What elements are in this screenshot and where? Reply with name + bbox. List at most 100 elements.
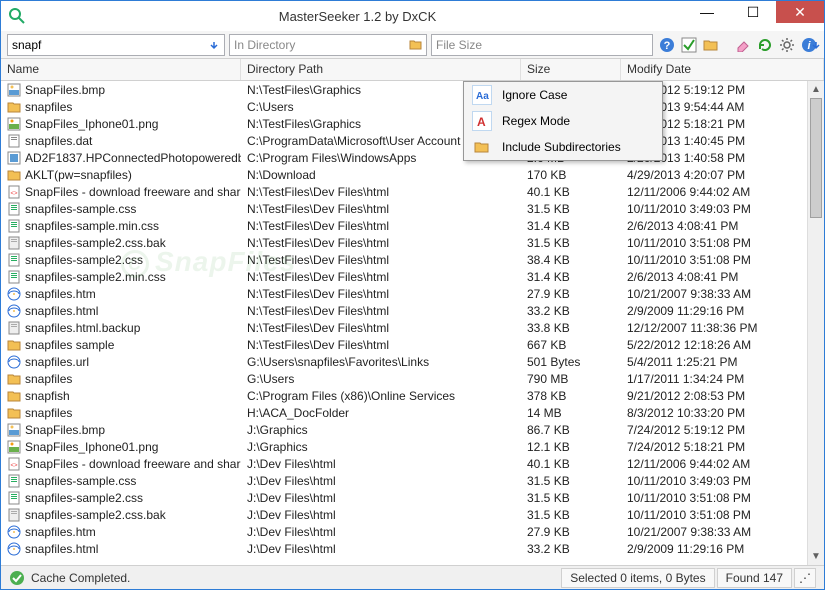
menu-regex-mode[interactable]: A Regex Mode	[464, 108, 662, 134]
cell-directory: N:\Download	[241, 168, 521, 182]
maximize-button[interactable]: ☐	[730, 1, 776, 23]
file-row[interactable]: snapfilesG:\Users790 MB1/17/2011 1:34:24…	[1, 370, 807, 387]
file-row[interactable]: <>SnapFiles - download freeware and shar…	[1, 183, 807, 200]
file-row[interactable]: snapfiles-sample2.cssJ:\Dev Files\html31…	[1, 489, 807, 506]
file-row[interactable]: snapfiles-sample2.css.bakN:\TestFiles\De…	[1, 234, 807, 251]
cell-size: 12.1 KB	[521, 440, 621, 454]
search-dir-input[interactable]	[230, 35, 426, 55]
dropdown-arrow-icon[interactable]	[809, 37, 823, 53]
file-row[interactable]: snapfiles-sample2.css.bakJ:\Dev Files\ht…	[1, 506, 807, 523]
refresh-icon[interactable]	[756, 36, 774, 54]
search-name-input[interactable]	[8, 35, 224, 55]
file-row[interactable]: snapfiles sampleN:\TestFiles\Dev Files\h…	[1, 336, 807, 353]
file-name: snapfiles-sample2.css	[25, 253, 143, 267]
file-type-icon	[7, 304, 21, 318]
menu-ignore-case[interactable]: Aa Ignore Case	[464, 82, 662, 108]
cell-size: 86.7 KB	[521, 423, 621, 437]
cell-name: snapfiles.htm	[1, 287, 241, 301]
cell-name: snapfish	[1, 389, 241, 403]
resize-grip[interactable]: ⋰	[794, 568, 816, 588]
menu-include-subdirs[interactable]: Include Subdirectories	[464, 134, 662, 160]
file-name: SnapFiles - download freeware and sharew…	[25, 185, 241, 199]
file-type-icon	[7, 270, 21, 284]
cell-date: 10/11/2010 3:51:08 PM	[621, 508, 807, 522]
minimize-button[interactable]: —	[684, 1, 730, 23]
cell-size: 31.4 KB	[521, 270, 621, 284]
cell-directory: N:\TestFiles\Dev Files\html	[241, 202, 521, 216]
cell-name: snapfiles	[1, 372, 241, 386]
cell-name: snapfiles-sample2.min.css	[1, 270, 241, 284]
help-icon[interactable]: ?	[658, 36, 676, 54]
cell-size: 667 KB	[521, 338, 621, 352]
file-row[interactable]: AKLT(pw=snapfiles)N:\Download170 KB4/29/…	[1, 166, 807, 183]
file-row[interactable]: snapfiles-sample2.cssN:\TestFiles\Dev Fi…	[1, 251, 807, 268]
file-row[interactable]: snapfiles-sample2.min.cssN:\TestFiles\De…	[1, 268, 807, 285]
file-row[interactable]: SnapFiles.bmpN:\TestFiles\Graphics7/24/2…	[1, 81, 807, 98]
file-row[interactable]: SnapFiles_Iphone01.pngN:\TestFiles\Graph…	[1, 115, 807, 132]
file-list[interactable]: SnapFiles.bmpN:\TestFiles\Graphics7/24/2…	[1, 81, 807, 565]
cell-name: snapfiles.html	[1, 542, 241, 556]
file-type-icon	[7, 406, 21, 420]
file-row[interactable]: snapfiles-sample.min.cssN:\TestFiles\Dev…	[1, 217, 807, 234]
scroll-down-arrow[interactable]: ▼	[808, 548, 824, 565]
cell-date: 10/11/2010 3:49:03 PM	[621, 202, 807, 216]
dropdown-arrow-icon[interactable]	[206, 37, 222, 53]
file-type-icon	[7, 83, 21, 97]
file-row[interactable]: snapfiles.htmlJ:\Dev Files\html33.2 KB2/…	[1, 540, 807, 557]
cell-date: 2/6/2013 4:08:41 PM	[621, 270, 807, 284]
file-row[interactable]: AD2F1837.HPConnectedPhotopoweredbySn...C…	[1, 149, 807, 166]
file-type-icon	[7, 508, 21, 522]
col-header-directory[interactable]: Directory Path	[241, 59, 521, 80]
search-size-input[interactable]	[432, 35, 652, 55]
col-header-modify-date[interactable]: Modify Date	[621, 59, 824, 80]
file-row[interactable]: snapfishC:\Program Files (x86)\Online Se…	[1, 387, 807, 404]
cell-date: 7/24/2012 5:19:12 PM	[621, 423, 807, 437]
status-cache: Cache Completed.	[31, 571, 130, 585]
cell-date: 10/21/2007 9:38:33 AM	[621, 287, 807, 301]
file-type-icon	[7, 100, 21, 114]
file-row[interactable]: snapfilesC:\Users8/30/2013 9:54:44 AM	[1, 98, 807, 115]
file-row[interactable]: snapfiles.htmN:\TestFiles\Dev Files\html…	[1, 285, 807, 302]
titlebar[interactable]: MasterSeeker 1.2 by DxCK — ☐ ✕	[1, 1, 824, 31]
file-row[interactable]: snapfiles.datC:\ProgramData\Microsoft\Us…	[1, 132, 807, 149]
settings-icon[interactable]	[778, 36, 796, 54]
file-name: snapfiles sample	[25, 338, 114, 352]
file-name: snapfiles-sample.css	[25, 474, 136, 488]
folder-open-icon[interactable]	[408, 37, 424, 53]
cell-size: 31.4 KB	[521, 219, 621, 233]
col-header-size[interactable]: Size	[521, 59, 621, 80]
file-name: snapfiles-sample2.min.css	[25, 270, 166, 284]
check-icon[interactable]	[680, 36, 698, 54]
eraser-icon[interactable]	[734, 36, 752, 54]
vertical-scrollbar[interactable]: ▲ ▼	[807, 81, 824, 565]
file-row[interactable]: snapfilesH:\ACA_DocFolder14 MB8/3/2012 1…	[1, 404, 807, 421]
close-button[interactable]: ✕	[776, 1, 824, 23]
file-row[interactable]: snapfiles.htmlN:\TestFiles\Dev Files\htm…	[1, 302, 807, 319]
cell-date: 2/9/2009 11:29:16 PM	[621, 542, 807, 556]
file-name: snapfiles.html	[25, 304, 98, 318]
scroll-up-arrow[interactable]: ▲	[808, 81, 824, 98]
file-row[interactable]: snapfiles-sample.cssN:\TestFiles\Dev Fil…	[1, 200, 807, 217]
file-row[interactable]: snapfiles.htmJ:\Dev Files\html27.9 KB10/…	[1, 523, 807, 540]
col-header-name[interactable]: Name	[1, 59, 241, 80]
folder-icon[interactable]	[702, 36, 720, 54]
cell-directory: J:\Dev Files\html	[241, 457, 521, 471]
search-size-wrap	[431, 34, 653, 56]
file-row[interactable]: snapfiles.urlG:\Users\snapfiles\Favorite…	[1, 353, 807, 370]
cell-size: 27.9 KB	[521, 287, 621, 301]
svg-text:A: A	[477, 115, 486, 128]
file-row[interactable]: SnapFiles_Iphone01.pngJ:\Graphics12.1 KB…	[1, 438, 807, 455]
file-row[interactable]: <>SnapFiles - download freeware and shar…	[1, 455, 807, 472]
file-type-icon	[7, 253, 21, 267]
file-row[interactable]: snapfiles.html.backupN:\TestFiles\Dev Fi…	[1, 319, 807, 336]
scroll-track[interactable]	[808, 98, 824, 548]
regex-icon: A	[472, 111, 492, 131]
file-row[interactable]: snapfiles-sample.cssJ:\Dev Files\html31.…	[1, 472, 807, 489]
file-row[interactable]: SnapFiles.bmpJ:\Graphics86.7 KB7/24/2012…	[1, 421, 807, 438]
scroll-thumb[interactable]	[810, 98, 822, 218]
cell-directory: H:\ACA_DocFolder	[241, 406, 521, 420]
file-type-icon	[7, 168, 21, 182]
file-type-icon	[7, 440, 21, 454]
svg-text:Aa: Aa	[476, 91, 489, 102]
cell-date: 7/24/2012 5:18:21 PM	[621, 440, 807, 454]
